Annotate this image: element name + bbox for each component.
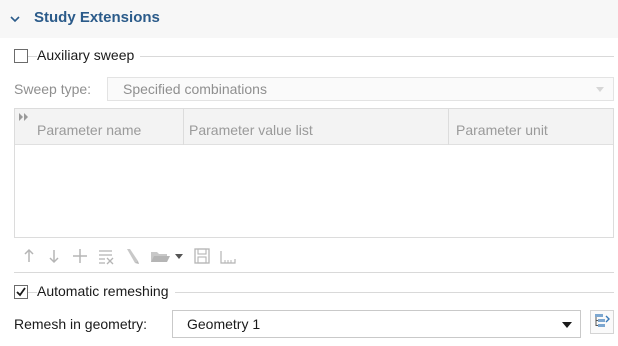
chevron-down-icon[interactable] <box>8 12 22 26</box>
parameter-table[interactable]: Parameter name Parameter value list Para… <box>14 108 614 238</box>
save-to-file-icon[interactable] <box>193 247 211 265</box>
chevron-down-icon <box>596 87 604 92</box>
automatic-remeshing-label: Automatic remeshing <box>37 283 175 299</box>
section-header[interactable]: Study Extensions <box>0 0 618 38</box>
clear-table-icon[interactable] <box>97 247 115 265</box>
sweep-type-select[interactable]: Specified combinations <box>107 77 614 101</box>
go-to-source-icon <box>595 314 610 327</box>
divider <box>14 272 614 273</box>
move-up-icon[interactable] <box>20 247 38 265</box>
automatic-remeshing-checkbox[interactable] <box>14 285 28 299</box>
column-header-parameter-name[interactable]: Parameter name <box>15 109 183 145</box>
delete-icon[interactable] <box>124 247 142 265</box>
auxiliary-sweep-label: Auxiliary sweep <box>37 47 141 63</box>
column-header-parameter-unit[interactable]: Parameter unit <box>449 109 613 145</box>
remesh-geometry-select[interactable]: Geometry 1 <box>172 310 581 338</box>
auxiliary-sweep-checkbox[interactable] <box>14 49 28 63</box>
add-icon[interactable] <box>71 247 89 265</box>
dropdown-arrow-icon[interactable] <box>174 247 184 265</box>
remesh-in-geometry-label: Remesh in geometry: <box>14 316 148 332</box>
checkmark-icon <box>16 287 26 297</box>
remesh-geometry-value: Geometry 1 <box>187 316 261 332</box>
sweep-type-label: Sweep type: <box>14 81 92 97</box>
go-to-source-button[interactable] <box>590 310 614 334</box>
range-icon[interactable] <box>219 247 237 265</box>
sweep-type-value: Specified combinations <box>123 81 267 97</box>
move-down-icon[interactable] <box>45 247 63 265</box>
column-header-parameter-value-list[interactable]: Parameter value list <box>184 109 448 145</box>
section-title: Study Extensions <box>34 9 160 26</box>
chevron-down-icon <box>562 322 572 328</box>
table-header: Parameter name Parameter value list Para… <box>15 109 613 145</box>
load-from-file-icon[interactable] <box>149 247 171 265</box>
